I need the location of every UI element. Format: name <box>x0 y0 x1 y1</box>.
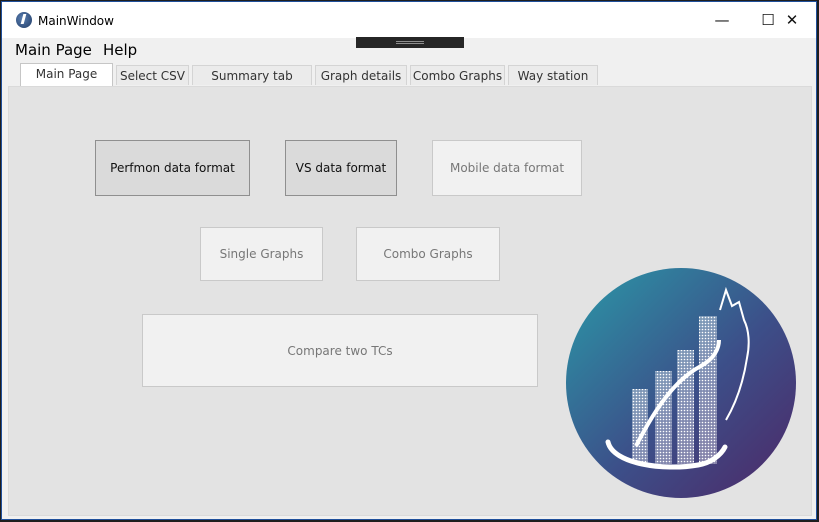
cat-chart-logo <box>566 268 796 498</box>
menu-main-page[interactable]: Main Page <box>15 41 92 59</box>
combo-graphs-button[interactable]: Combo Graphs <box>356 227 500 281</box>
tab-graph-details[interactable]: Graph details <box>315 65 407 85</box>
grip-line-2 <box>396 43 424 44</box>
tab-bar: Main Page Select CSV Summary tab details… <box>2 63 816 103</box>
single-graphs-button[interactable]: Single Graphs <box>200 227 323 281</box>
vs-data-format-button[interactable]: VS data format <box>285 140 397 196</box>
minimize-button[interactable]: — <box>699 2 745 38</box>
perfmon-data-format-button[interactable]: Perfmon data format <box>95 140 250 196</box>
tab-combo-graphs[interactable]: Combo Graphs <box>410 65 505 85</box>
chart-bar-4 <box>699 316 717 464</box>
title-bar: MainWindow — ☐ ✕ <box>2 2 816 38</box>
mobile-data-format-button[interactable]: Mobile data format <box>432 140 582 196</box>
drag-handle[interactable] <box>356 37 464 48</box>
tab-select-csv[interactable]: Select CSV <box>116 65 189 85</box>
app-logo-icon <box>16 12 32 28</box>
tab-way-station[interactable]: Way station <box>508 65 598 85</box>
main-window: MainWindow — ☐ ✕ Main Page Help Main Pag… <box>1 1 817 520</box>
menu-help[interactable]: Help <box>103 41 137 59</box>
chart-bar-3 <box>677 350 694 464</box>
tab-main-page[interactable]: Main Page <box>20 63 113 86</box>
tab-summary[interactable]: Summary tab details <box>192 65 312 103</box>
chart-bar-2 <box>655 371 672 464</box>
compare-two-tcs-button[interactable]: Compare two TCs <box>142 314 538 387</box>
grip-line-1 <box>396 41 424 42</box>
close-button[interactable]: ✕ <box>770 2 814 38</box>
window-title: MainWindow <box>38 14 114 28</box>
